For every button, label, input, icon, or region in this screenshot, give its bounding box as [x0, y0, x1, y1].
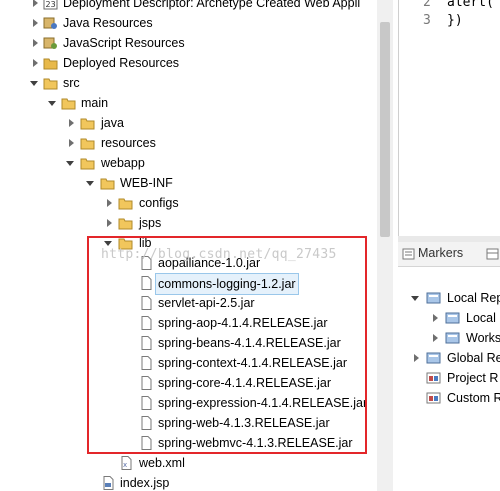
- expand-arrow-icon[interactable]: [33, 0, 38, 7]
- server-icon: [445, 312, 460, 324]
- expand-arrow-icon[interactable]: [33, 59, 38, 67]
- tree-item-label: Java Resources: [63, 16, 153, 30]
- svg-text:x: x: [123, 461, 127, 469]
- jsp-file-icon: [103, 476, 114, 490]
- tab-label: Markers: [418, 246, 464, 260]
- folder-icon: [80, 118, 95, 130]
- project-explorer: 23 Deployment Descriptor: Archetype Crea…: [0, 0, 377, 491]
- markers-item-label: Custom R: [447, 391, 500, 405]
- folder-icon: [118, 218, 133, 230]
- tree-item-label: Deployed Resources: [63, 56, 180, 70]
- collapse-arrow-icon[interactable]: [86, 181, 94, 186]
- expand-arrow-icon[interactable]: [69, 119, 74, 127]
- table-icon: [486, 248, 499, 260]
- java-resources-icon: [43, 17, 57, 29]
- folder-icon: [43, 78, 58, 90]
- server-icon: [426, 292, 441, 304]
- collapse-arrow-icon[interactable]: [30, 81, 38, 86]
- server-icon: [426, 352, 441, 364]
- tree-item-label: index.jsp: [120, 476, 170, 490]
- annotation-highlight-box: [87, 236, 367, 454]
- tree-item-label: src: [63, 76, 80, 90]
- scrollbar-thumb[interactable]: [380, 22, 390, 237]
- folder-icon: [100, 178, 115, 190]
- expand-arrow-icon[interactable]: [433, 314, 438, 322]
- javascript-resources-icon: [43, 37, 57, 49]
- svg-text:23: 23: [46, 0, 56, 9]
- expand-arrow-icon[interactable]: [33, 19, 38, 27]
- project-icon: [426, 372, 441, 384]
- vertical-scrollbar[interactable]: [377, 0, 393, 491]
- deployment-descriptor-icon: 23: [43, 0, 58, 10]
- collapse-arrow-icon[interactable]: [66, 161, 74, 166]
- tree-item-label: configs: [139, 196, 179, 210]
- server-icon: [445, 332, 460, 344]
- tree-item-label: jsps: [139, 216, 162, 230]
- expand-arrow-icon[interactable]: [414, 354, 419, 362]
- markers-item-label: Local: [466, 311, 496, 325]
- markers-item-label: Works: [466, 331, 500, 345]
- tree-item-label: WEB-INF: [120, 176, 173, 190]
- tab-markers[interactable]: Markers: [398, 242, 500, 267]
- line-number: 3: [423, 13, 431, 28]
- project-icon: [426, 392, 441, 404]
- expand-arrow-icon[interactable]: [69, 139, 74, 147]
- folder-icon: [118, 198, 133, 210]
- xml-file-icon: x: [121, 456, 132, 470]
- tree-item-label: JavaScript Resources: [63, 36, 185, 50]
- markers-item-label: Project R: [447, 371, 499, 385]
- code-line[interactable]: alert(: [447, 0, 494, 10]
- code-line[interactable]: }): [447, 13, 463, 28]
- expand-arrow-icon[interactable]: [107, 199, 112, 207]
- tree-item-label: resources: [101, 136, 156, 150]
- expand-arrow-icon[interactable]: [433, 334, 438, 342]
- tree-item-label: web.xml: [139, 456, 185, 470]
- tree-item-label: main: [81, 96, 109, 110]
- collapse-arrow-icon[interactable]: [48, 101, 56, 106]
- markers-item-label: Local Rep: [447, 291, 500, 305]
- code-editor[interactable]: 2 alert( 3 }): [398, 0, 500, 236]
- tree-item-deployment-descriptor[interactable]: 23 Deployment Descriptor: Archetype Crea…: [0, 0, 377, 13]
- collapse-arrow-icon[interactable]: [411, 296, 419, 301]
- tree-item-label: java: [101, 116, 124, 130]
- expand-arrow-icon[interactable]: [107, 219, 112, 227]
- line-number: 2: [423, 0, 431, 10]
- deployed-resources-icon: [43, 58, 58, 70]
- expand-arrow-icon[interactable]: [33, 39, 38, 47]
- markers-panel: Markers Local Rep Local Works Global Re …: [398, 242, 500, 491]
- folder-icon: [80, 138, 95, 150]
- folder-icon: [61, 98, 76, 110]
- folder-icon: [80, 158, 95, 170]
- tree-item-label: Deployment Descriptor: Archetype Created…: [63, 0, 361, 10]
- markers-icon: [402, 248, 415, 260]
- markers-item-label: Global Re: [447, 351, 500, 365]
- tree-item-label: webapp: [101, 156, 145, 170]
